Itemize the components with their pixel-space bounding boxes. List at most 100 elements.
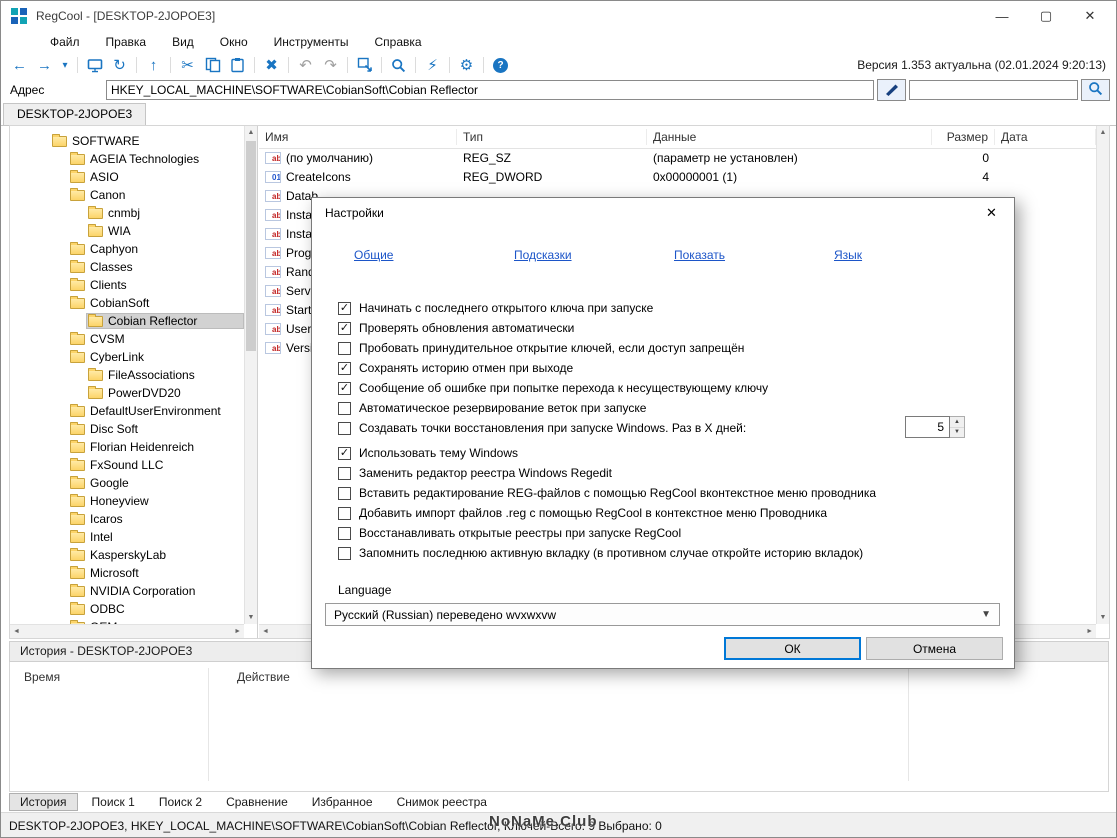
menu-edit[interactable]: Правка <box>93 31 160 53</box>
cancel-button[interactable]: Отмена <box>866 637 1003 660</box>
quick-search-button[interactable] <box>1081 79 1110 101</box>
menu-view[interactable]: Вид <box>159 31 207 53</box>
menu-window[interactable]: Окно <box>207 31 261 53</box>
up-icon[interactable]: ↑ <box>142 54 165 76</box>
tree-item[interactable]: FileAssociations <box>10 366 244 384</box>
tree-item[interactable]: Microsoft <box>10 564 244 582</box>
tree-item[interactable]: NVIDIA Corporation <box>10 582 244 600</box>
maximize-button[interactable]: ▢ <box>1024 1 1068 31</box>
checkbox[interactable] <box>338 546 351 560</box>
scroll-right-icon[interactable]: ► <box>1086 628 1093 635</box>
delete-icon[interactable]: ✖ <box>260 54 283 76</box>
checkbox[interactable] <box>338 341 351 355</box>
tree-vertical-scrollbar[interactable]: ▲ ▼ <box>244 126 257 624</box>
tree-item[interactable]: SOFTWARE <box>10 132 244 150</box>
checkbox[interactable] <box>338 506 351 520</box>
dialog-tab-hints[interactable]: Подсказки <box>514 248 674 262</box>
tree-horizontal-scrollbar[interactable]: ◄ ► <box>10 624 244 638</box>
tree-item[interactable]: CVSM <box>10 330 244 348</box>
tree-item[interactable]: KasperskyLab <box>10 546 244 564</box>
chevron-down-icon[interactable]: ▾ <box>58 54 72 76</box>
scroll-left-icon[interactable]: ◄ <box>262 628 269 635</box>
tree-item[interactable]: PowerDVD20 <box>10 384 244 402</box>
tree-item[interactable]: AGEIA Technologies <box>10 150 244 168</box>
lightning-icon[interactable]: ⚡ <box>421 54 444 76</box>
checkbox[interactable] <box>338 421 351 435</box>
tree-item[interactable]: Florian Heidenreich <box>10 438 244 456</box>
copy-icon[interactable] <box>201 54 224 76</box>
checkbox[interactable]: ✓ <box>338 446 351 460</box>
scroll-up-icon[interactable]: ▲ <box>245 126 257 139</box>
goto-key-button[interactable] <box>877 79 906 101</box>
tree-item[interactable]: FxSound LLC <box>10 456 244 474</box>
quick-search-input[interactable] <box>909 80 1078 100</box>
tree-item[interactable]: Google <box>10 474 244 492</box>
checkbox[interactable] <box>338 526 351 540</box>
gear-icon[interactable]: ⚙ <box>455 54 478 76</box>
bottom-tab-history[interactable]: История <box>9 793 78 811</box>
tree-item[interactable]: WIA <box>10 222 244 240</box>
values-column-header[interactable]: Данные <box>647 129 932 145</box>
values-row[interactable]: 01 CreateIcons REG_DWORD 0x00000001 (1) 4 <box>259 167 1096 186</box>
restore-days-value[interactable]: 5 <box>905 416 950 438</box>
scroll-right-icon[interactable]: ► <box>234 628 241 635</box>
tree-item[interactable]: CyberLink <box>10 348 244 366</box>
spinner-down-icon[interactable]: ▼ <box>950 427 964 437</box>
dialog-close-icon[interactable]: ✕ <box>969 198 1014 228</box>
values-row[interactable]: ab (по умолчанию) REG_SZ (параметр не устан… <box>259 148 1096 167</box>
scroll-down-icon[interactable]: ▼ <box>1097 611 1109 624</box>
tree-item[interactable]: Icaros <box>10 510 244 528</box>
tree-item[interactable]: cnmbj <box>10 204 244 222</box>
bottom-tab-snapshot[interactable]: Снимок реестра <box>387 794 497 810</box>
tree-item[interactable]: CobianSoft <box>10 294 244 312</box>
bottom-tab-compare[interactable]: Сравнение <box>216 794 298 810</box>
search-icon[interactable] <box>387 54 410 76</box>
restore-days-spinner[interactable]: 5 ▲ ▼ <box>905 416 965 438</box>
spinner-up-icon[interactable]: ▲ <box>950 417 964 428</box>
refresh-icon[interactable]: ↻ <box>108 54 131 76</box>
checkbox[interactable] <box>338 486 351 500</box>
menu-file[interactable]: Файл <box>37 31 93 53</box>
paste-icon[interactable] <box>226 54 249 76</box>
tree-item[interactable]: Classes <box>10 258 244 276</box>
checkbox[interactable]: ✓ <box>338 361 351 375</box>
bottom-tab-favorites[interactable]: Избранное <box>302 794 383 810</box>
checkbox[interactable]: ✓ <box>338 321 351 335</box>
values-column-header[interactable]: Тип <box>457 129 647 145</box>
scroll-down-icon[interactable]: ▼ <box>245 611 257 624</box>
scroll-up-icon[interactable]: ▲ <box>1097 126 1109 139</box>
ok-button[interactable]: ОК <box>724 637 861 660</box>
dialog-tab-show[interactable]: Показать <box>674 248 834 262</box>
dialog-tab-language[interactable]: Язык <box>834 248 994 262</box>
scroll-thumb[interactable] <box>246 141 256 351</box>
monitor-icon[interactable] <box>83 54 106 76</box>
address-input[interactable] <box>106 80 874 100</box>
values-column-header[interactable]: Дата <box>995 129 1096 145</box>
tree-item[interactable]: Honeyview <box>10 492 244 510</box>
values-column-header[interactable]: Размер <box>932 129 995 145</box>
export-window-icon[interactable] <box>353 54 376 76</box>
menu-help[interactable]: Справка <box>362 31 435 53</box>
checkbox[interactable] <box>338 401 351 415</box>
values-column-header[interactable]: Имя <box>259 129 457 145</box>
tree-item[interactable]: Disc Soft <box>10 420 244 438</box>
spinner-buttons[interactable]: ▲ ▼ <box>950 416 965 438</box>
cut-icon[interactable]: ✂ <box>176 54 199 76</box>
tree-item[interactable]: Clients <box>10 276 244 294</box>
tree-item[interactable]: Intel <box>10 528 244 546</box>
back-icon[interactable]: ← <box>8 54 31 76</box>
tab-desktop[interactable]: DESKTOP-2JOPOE3 <box>3 103 147 125</box>
checkbox[interactable]: ✓ <box>338 381 351 395</box>
language-select[interactable]: Русский (Russian) переведено wvxwxvw ▼ <box>325 603 1000 626</box>
bottom-tab-search-2[interactable]: Поиск 2 <box>149 794 212 810</box>
values-vertical-scrollbar[interactable]: ▲ ▼ <box>1096 126 1109 624</box>
scroll-left-icon[interactable]: ◄ <box>13 628 20 635</box>
dialog-tab-general[interactable]: Общие <box>354 248 514 262</box>
tree-item[interactable]: Caphyon <box>10 240 244 258</box>
tree-item[interactable]: ODBC <box>10 600 244 618</box>
help-icon[interactable]: ? <box>489 54 512 76</box>
tree-item[interactable]: DefaultUserEnvironment <box>10 402 244 420</box>
checkbox[interactable]: ✓ <box>338 301 351 315</box>
bottom-tab-search-1[interactable]: Поиск 1 <box>82 794 145 810</box>
minimize-button[interactable]: — <box>980 1 1024 31</box>
